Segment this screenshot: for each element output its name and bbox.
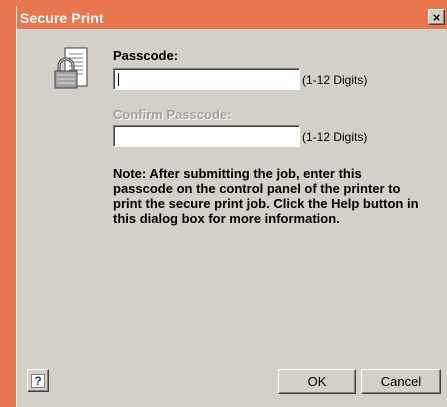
dialog-title: Secure Print [20, 9, 104, 26]
close-button[interactable]: × [428, 9, 445, 25]
confirm-passcode-input[interactable] [113, 125, 300, 147]
help-icon: ? [31, 373, 45, 388]
secure-print-dialog: Secure Print × Passcode: (1-12 Digits) C… [16, 6, 447, 407]
confirm-passcode-label: Confirm Passcode: [113, 107, 232, 122]
note-text: Note: After submitting the job, enter th… [113, 166, 419, 226]
confirm-passcode-hint: (1-12 Digits) [302, 130, 368, 144]
close-icon: × [432, 9, 441, 25]
titlebar: Secure Print × [17, 6, 447, 29]
lock-document-icon [54, 47, 88, 89]
passcode-hint: (1-12 Digits) [302, 73, 368, 87]
passcode-label: Passcode: [113, 48, 179, 63]
ok-button[interactable]: OK [278, 369, 356, 394]
text-caret [118, 73, 119, 86]
help-button[interactable]: ? [27, 369, 49, 392]
cancel-button[interactable]: Cancel [361, 369, 441, 394]
passcode-input[interactable] [113, 68, 300, 90]
